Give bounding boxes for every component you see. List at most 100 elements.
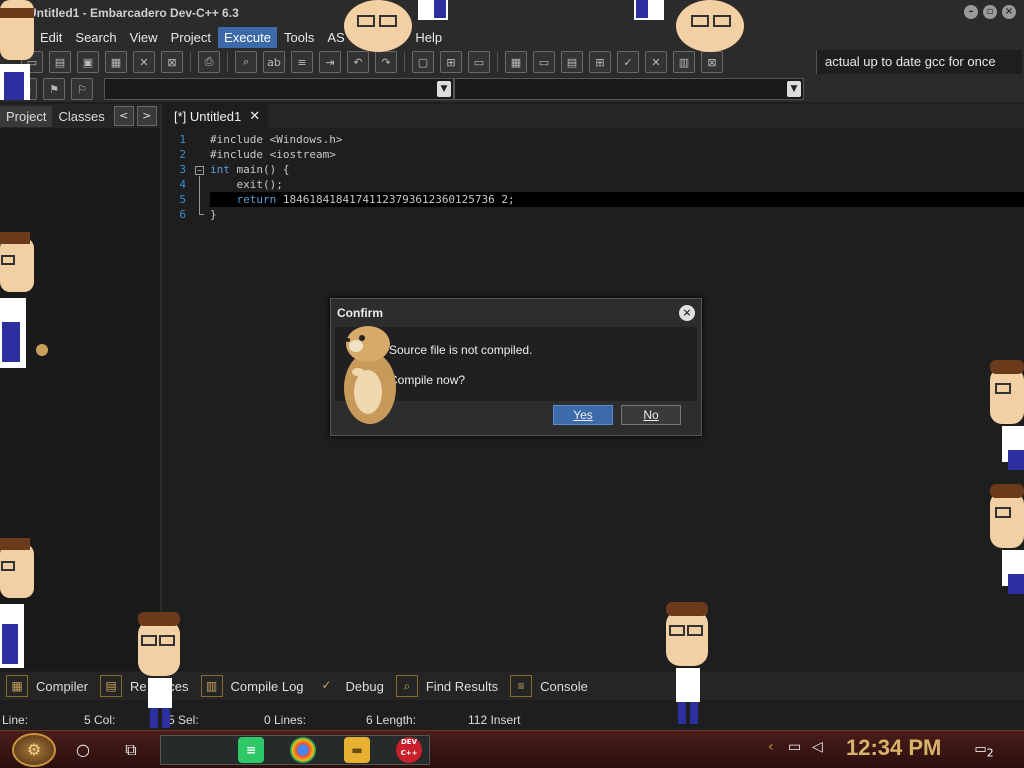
close-icon[interactable]: ✕ (249, 108, 260, 124)
tab-compile-log[interactable]: ▥ Compile Log (200, 675, 304, 697)
rebuild-icon[interactable]: ⊞ (589, 51, 611, 73)
console-icon: ≡ (510, 675, 533, 697)
close-file-icon[interactable]: ✕ (133, 51, 155, 73)
notification-count: 2 (986, 746, 994, 760)
character-sticker (344, 0, 448, 52)
left-panel-tabs: Project Classes < > (0, 104, 160, 128)
chart-icon: ▥ (200, 675, 223, 697)
find-icon[interactable]: ⌕ (235, 51, 257, 73)
save-icon[interactable]: ▣ (77, 51, 99, 73)
replace-icon[interactable]: ab (263, 51, 285, 73)
status-lines-value: 6 Length: (366, 713, 417, 727)
notification-icon[interactable]: ▭2 (972, 738, 996, 762)
no-button[interactable]: No (621, 405, 681, 425)
toolbar-separator (190, 52, 191, 72)
menu-project[interactable]: Project (165, 27, 217, 48)
toolbar-separator (227, 52, 228, 72)
tab-label: Find Results (425, 678, 499, 694)
devcpp-icon[interactable]: DEV C++ (396, 737, 422, 763)
compiler-set-label[interactable]: actual up to date gcc for once (816, 50, 1022, 74)
character-sticker (666, 602, 708, 724)
status-sel-value: 0 Lines: (264, 713, 307, 727)
class-combo[interactable]: ▼ (104, 78, 454, 100)
goto-line-icon[interactable]: ≡ (291, 51, 313, 73)
code-text: 18461841841741123793612360125736 2; (276, 193, 515, 206)
resources-icon: ▤ (100, 675, 123, 697)
minimize-icon[interactable]: – (964, 5, 978, 19)
tab-next-button[interactable]: > (136, 106, 157, 126)
run-icon[interactable]: ▭ (533, 51, 555, 73)
dialog-question: Compile now? (389, 373, 466, 387)
fold-guide (199, 176, 200, 214)
menu-bar: Edit Search View Project Execute Tools A… (0, 26, 1024, 48)
chevron-down-icon[interactable]: ▼ (787, 81, 801, 97)
file-explorer-icon[interactable]: ▬ (344, 737, 370, 763)
tab-classes[interactable]: Classes (52, 106, 110, 127)
taskbar-clock[interactable]: 12:34 PM (846, 735, 941, 761)
compile-run-icon[interactable]: ▤ (561, 51, 583, 73)
line-number: 3 (179, 163, 186, 176)
check-icon: ✓ (321, 678, 332, 692)
line-number: 5 (179, 193, 186, 206)
yes-button[interactable]: Yes (553, 405, 613, 425)
network-icon[interactable]: ▭ (788, 739, 801, 755)
keyword: return (236, 193, 277, 206)
tab-project[interactable]: Project (0, 105, 53, 127)
line-number: 1 (179, 133, 186, 146)
grid-icon: ▦ (6, 675, 28, 697)
code-line: } (210, 208, 217, 221)
restore-icon[interactable]: ▫ (983, 5, 997, 19)
tab-untitled1[interactable]: [*] Untitled1 ✕ (166, 104, 269, 128)
code-line: int main() { (210, 162, 1024, 177)
bookmark-goto-icon[interactable]: ⚐ (71, 78, 93, 100)
character-sticker (990, 360, 1024, 470)
tab-label: Compiler (36, 678, 89, 694)
compile-icon[interactable]: ▦ (505, 51, 527, 73)
dialog-title: Confirm (337, 306, 383, 320)
tab-label: [*] Untitled1 (174, 108, 242, 124)
dialog-message: Source file is not compiled. (389, 343, 533, 357)
code-text: main() { (229, 163, 290, 176)
tray-chevron-icon[interactable]: ‹ (768, 739, 774, 755)
menu-tools[interactable]: Tools (278, 27, 320, 48)
start-button-icon[interactable]: ⚙ (12, 733, 56, 767)
status-line-label: Line: (2, 713, 29, 727)
tab-find-results[interactable]: ⌕ Find Results (395, 675, 499, 697)
tab-debug[interactable]: ✓ Debug (316, 675, 384, 697)
tab-label: Compile Log (230, 678, 304, 694)
code-line-active: return 18461841841741123793612360125736 … (210, 192, 1024, 207)
tab-prev-button[interactable]: < (113, 106, 134, 126)
close-icon[interactable]: × (1002, 5, 1016, 19)
search-circle-icon[interactable]: ○ (70, 737, 96, 763)
spotify-icon[interactable]: ≡ (238, 737, 264, 763)
tab-label: Console (540, 678, 588, 694)
character-sticker (138, 612, 180, 728)
menu-execute[interactable]: Execute (218, 26, 278, 48)
member-combo[interactable]: ▼ (454, 78, 804, 100)
save-all-icon[interactable]: ▦ (105, 51, 127, 73)
close-all-icon[interactable]: ⊠ (161, 51, 183, 73)
bookmark-icon[interactable]: ⚑ (43, 78, 65, 100)
tab-compiler[interactable]: ▦ Compiler (6, 675, 88, 697)
character-sticker (0, 538, 34, 668)
code-line: #include <iostream> (210, 148, 336, 161)
task-view-icon[interactable]: ⧉ (118, 737, 144, 763)
editor-tabs: [*] Untitled1 ✕ (166, 104, 1024, 128)
menu-search[interactable]: Search (69, 27, 122, 48)
open-folder-icon[interactable]: ▤ (49, 51, 71, 73)
chrome-icon[interactable] (290, 737, 316, 763)
tab-label: Debug (345, 678, 384, 694)
close-icon[interactable]: × (679, 305, 695, 321)
comment-icon[interactable]: ▭ (468, 51, 490, 73)
line-gutter: 1 2 3 4 5 6 (166, 132, 190, 222)
print-icon[interactable]: ⎙ (198, 51, 220, 73)
chevron-down-icon[interactable]: ▼ (437, 81, 451, 97)
fold-toggle-icon[interactable]: − (195, 166, 204, 175)
status-length-value: 112 Insert (468, 713, 521, 727)
tab-console[interactable]: ≡ Console (510, 675, 588, 697)
volume-muted-icon[interactable]: ◁ (812, 739, 823, 755)
code-line: #include <Windows.h> (210, 133, 343, 146)
menu-view[interactable]: View (124, 27, 164, 48)
character-sticker (634, 0, 744, 52)
toolbar-separator (497, 52, 498, 72)
